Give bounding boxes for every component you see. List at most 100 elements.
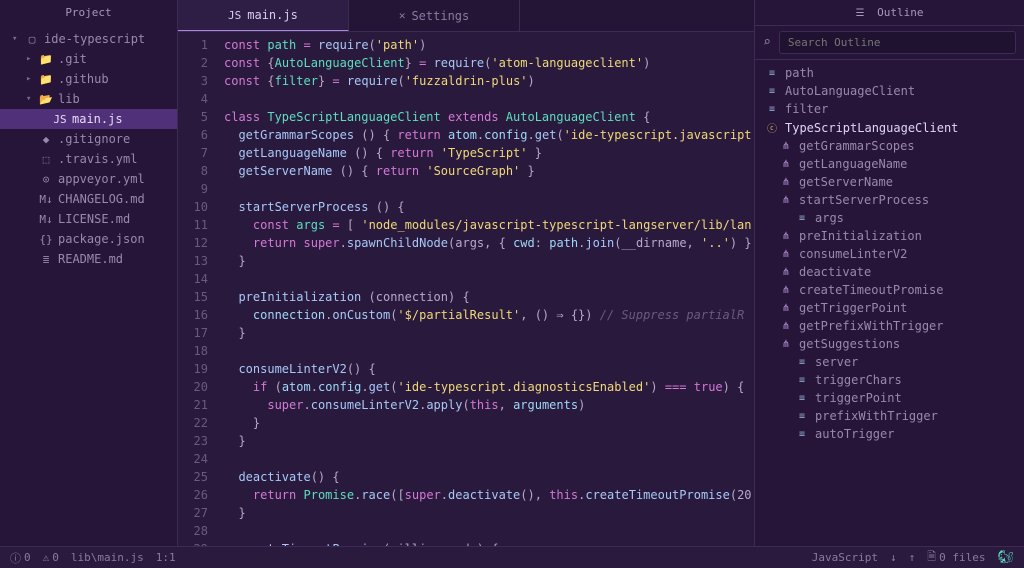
tree-item[interactable]: ◆.gitignore <box>0 129 177 149</box>
tree-item[interactable]: ▾📂lib <box>0 89 177 109</box>
outline-item[interactable]: ≡triggerPoint <box>755 389 1024 407</box>
tree-item[interactable]: JSmain.js <box>0 109 177 129</box>
tree-item[interactable]: ⊙appveyor.yml <box>0 169 177 189</box>
outline-item[interactable]: ≡server <box>755 353 1024 371</box>
file-icon: ≣ <box>38 253 54 266</box>
chevron-icon: ▾ <box>26 94 36 104</box>
symbol-meth-icon: ⋔ <box>779 195 793 206</box>
code-line[interactable]: } <box>224 252 754 270</box>
tree-item[interactable]: ≣ README.md <box>0 249 177 269</box>
outline-search-row: ⌕ <box>755 26 1024 60</box>
symbol-meth-icon: ⋔ <box>779 303 793 314</box>
editor-tabs: JSmain.js✕Settings <box>178 0 754 32</box>
tab-label: Settings <box>411 9 469 23</box>
symbol-var-icon: ≡ <box>795 411 809 422</box>
file-icon: M↓ <box>38 213 54 226</box>
code-line[interactable]: if (atom.config.get('ide-typescript.diag… <box>224 378 754 396</box>
code-line[interactable] <box>224 180 754 198</box>
status-bar: ⓘ 0 ⚠ 0 lib\main.js 1:1 JavaScript ↓ ↑ 🗎… <box>0 546 1024 568</box>
code-line[interactable] <box>224 270 754 288</box>
outline-item-label: getPrefixWithTrigger <box>799 319 944 333</box>
outline-item-label: server <box>815 355 858 369</box>
tree-item[interactable]: ⬚.travis.yml <box>0 149 177 169</box>
outline-item[interactable]: ⋔preInitialization <box>755 227 1024 245</box>
status-files[interactable]: 🗎 0 files <box>927 548 985 567</box>
editor-tab[interactable]: JSmain.js <box>178 0 349 31</box>
status-warnings[interactable]: ⚠ 0 <box>43 551 59 564</box>
outline-item[interactable]: ⋔getSuggestions <box>755 335 1024 353</box>
code-line[interactable]: } <box>224 504 754 522</box>
status-cursor-position[interactable]: 1:1 <box>156 551 176 564</box>
code-line[interactable]: getServerName () { return 'SourceGraph' … <box>224 162 754 180</box>
code-line[interactable]: const {AutoLanguageClient} = require('at… <box>224 54 754 72</box>
status-warning-count: 0 <box>52 551 59 564</box>
code-line[interactable]: } <box>224 432 754 450</box>
code-line[interactable] <box>224 522 754 540</box>
outline-item[interactable]: ≡autoTrigger <box>755 425 1024 443</box>
outline-item[interactable]: ⋔consumeLinterV2 <box>755 245 1024 263</box>
outline-item[interactable]: ⋔getTriggerPoint <box>755 299 1024 317</box>
outline-item[interactable]: ⓒTypeScriptLanguageClient <box>755 118 1024 137</box>
code-line[interactable]: deactivate() { <box>224 468 754 486</box>
outline-item[interactable]: ≡args <box>755 209 1024 227</box>
code-line[interactable]: getGrammarScopes () { return atom.config… <box>224 126 754 144</box>
status-file-path[interactable]: lib\main.js <box>71 551 144 564</box>
symbol-var-icon: ≡ <box>765 68 779 79</box>
outline-item[interactable]: ⋔deactivate <box>755 263 1024 281</box>
outline-item-label: prefixWithTrigger <box>815 409 938 423</box>
outline-item[interactable]: ≡ path <box>755 64 1024 82</box>
tree-root[interactable]: ▾ ▢ ide-typescript <box>0 29 177 49</box>
squirrel-icon[interactable]: 🐿 <box>997 550 1014 565</box>
outline-item[interactable]: ⋔getLanguageName <box>755 155 1024 173</box>
outline-item[interactable]: ⋔createTimeoutPromise <box>755 281 1024 299</box>
arrow-up-icon[interactable]: ↑ <box>909 551 916 564</box>
code-line[interactable] <box>224 342 754 360</box>
code-line[interactable]: connection.onCustom('$/partialResult', (… <box>224 306 754 324</box>
editor-tab[interactable]: ✕Settings <box>349 0 520 31</box>
outline-item[interactable]: ⋔getServerName <box>755 173 1024 191</box>
tree-item[interactable]: ▸📁.github <box>0 69 177 89</box>
code-line[interactable]: const {filter} = require('fuzzaldrin-plu… <box>224 72 754 90</box>
code-line[interactable]: return Promise.race([super.deactivate(),… <box>224 486 754 504</box>
outline-item[interactable]: ≡AutoLanguageClient <box>755 82 1024 100</box>
code-line[interactable]: super.consumeLinterV2.apply(this, argume… <box>224 396 754 414</box>
code-line[interactable]: consumeLinterV2() { <box>224 360 754 378</box>
tree-item[interactable]: {}package.json <box>0 229 177 249</box>
file-icon: {} <box>38 233 54 246</box>
status-language[interactable]: JavaScript <box>812 551 878 564</box>
code-line[interactable] <box>224 450 754 468</box>
code-content[interactable]: const path = require('path')const {AutoL… <box>218 32 754 546</box>
tree-item[interactable]: M↓LICENSE.md <box>0 209 177 229</box>
code-line[interactable]: return super.spawnChildNode(args, { cwd:… <box>224 234 754 252</box>
code-line[interactable]: const path = require('path') <box>224 36 754 54</box>
line-gutter: 1234567891011121314151617181920212223242… <box>178 32 218 546</box>
status-files-count: 0 files <box>939 551 985 564</box>
code-line[interactable]: preInitialization (connection) { <box>224 288 754 306</box>
code-line[interactable]: getLanguageName () { return 'TypeScript'… <box>224 144 754 162</box>
status-errors[interactable]: ⓘ 0 <box>10 550 31 566</box>
outline-item[interactable]: ≡ prefixWithTrigger <box>755 407 1024 425</box>
outline-item[interactable]: ⋔startServerProcess <box>755 191 1024 209</box>
repo-icon: ▢ <box>24 33 40 46</box>
tree-item-label: README.md <box>58 252 123 266</box>
outline-item[interactable]: ≡triggerChars <box>755 371 1024 389</box>
code-line[interactable]: } <box>224 324 754 342</box>
arrow-down-icon[interactable]: ↓ <box>890 551 897 564</box>
tree-root-label: ide-typescript <box>44 32 145 46</box>
outline-item[interactable]: ≡filter <box>755 100 1024 118</box>
code-line[interactable]: } <box>224 414 754 432</box>
outline-item-label: path <box>785 66 814 80</box>
tree-item[interactable]: ▸📁.git <box>0 49 177 69</box>
outline-search-input[interactable] <box>779 31 1016 54</box>
tree-item[interactable]: M↓CHANGELOG.md <box>0 189 177 209</box>
chevron-icon: ▸ <box>26 74 36 84</box>
editor-body[interactable]: 1234567891011121314151617181920212223242… <box>178 32 754 546</box>
code-line[interactable]: const args = [ 'node_modules/javascript-… <box>224 216 754 234</box>
code-line[interactable] <box>224 90 754 108</box>
file-tree: ▾ ▢ ide-typescript ▸📁.git▸📁.github▾📂libJ… <box>0 25 177 273</box>
outline-item[interactable]: ⋔getGrammarScopes <box>755 137 1024 155</box>
code-line[interactable]: class TypeScriptLanguageClient extends A… <box>224 108 754 126</box>
code-line[interactable]: startServerProcess () { <box>224 198 754 216</box>
outline-item-label: args <box>815 211 844 225</box>
outline-item[interactable]: ⋔getPrefixWithTrigger <box>755 317 1024 335</box>
